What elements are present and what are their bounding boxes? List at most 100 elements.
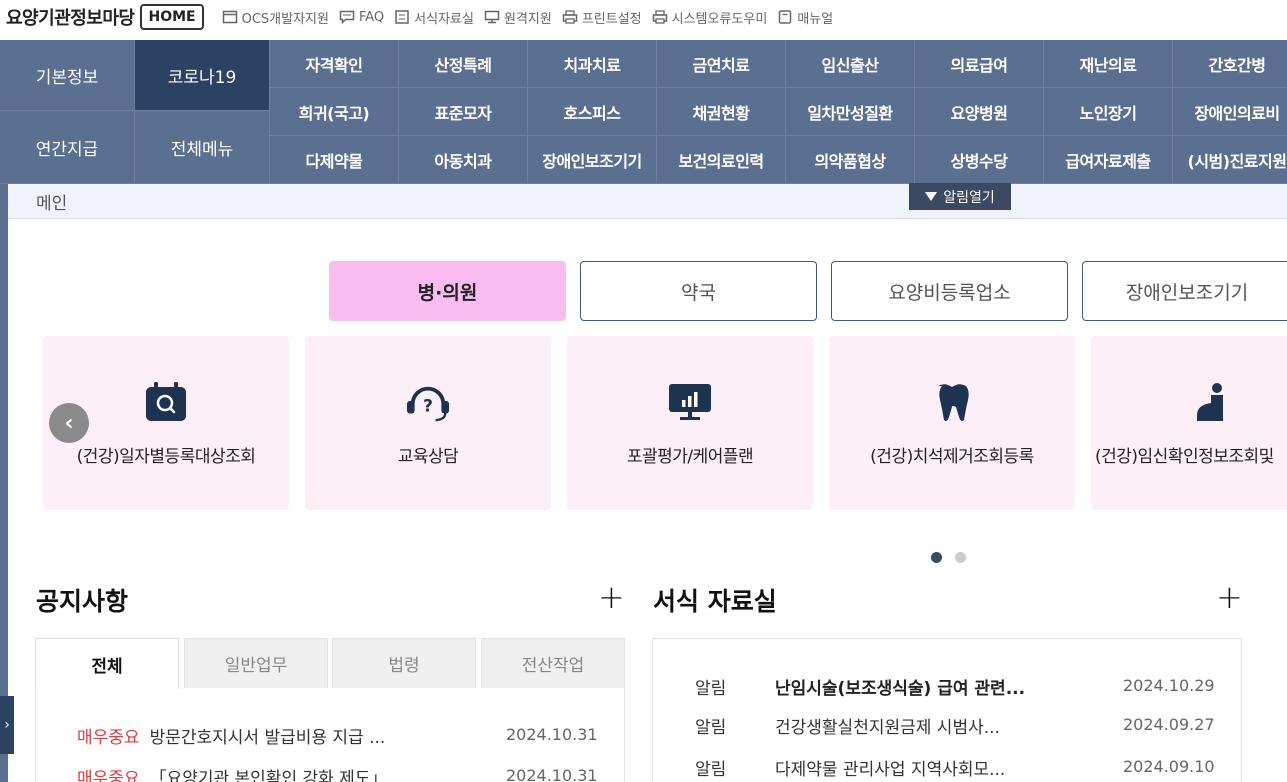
notice-title[interactable]: 방문간호지시서 발급비용 지급 ... [150,723,440,748]
home-button[interactable]: HOME [140,4,204,30]
book-icon [777,10,793,24]
notice-tab-it-work[interactable]: 전산작업 [481,638,625,688]
util-remote-support[interactable]: 원격지원 [484,8,552,27]
carousel-prev-button[interactable]: ‹ [49,403,89,443]
quick-card[interactable]: (건강)치석제거조회등록 [829,336,1075,510]
nav-item[interactable]: 요양병원 [915,88,1044,136]
nav-item[interactable]: 재난의료 [1044,40,1173,88]
form-item[interactable]: 알림 다제약물 관리사업 지역사회모... [695,755,1075,780]
form-item[interactable]: 알림 난임시술(보조생식술) 급여 관련... [695,674,1075,699]
util-system-error-helper[interactable]: 시스템오류도우미 [652,8,768,27]
util-label: 시스템오류도우미 [671,11,768,27]
util-label: 프린트설정 [581,11,642,27]
tab-disability-devices[interactable]: 장애인보조기기 [1082,261,1287,321]
nav-item[interactable]: 산정특례 [399,40,528,88]
util-label: 원격지원 [503,11,552,27]
form-title[interactable]: 난임시술(보조생식술) 급여 관련... [775,674,1075,699]
nav-item[interactable]: 급여자료제출 [1044,136,1173,184]
monitor-chart-icon [668,382,712,422]
nav-item[interactable]: 간호간병 [1173,40,1287,88]
nav-all-menu[interactable]: 전체메뉴 [135,111,270,184]
importance-badge: 매우중요 [77,728,140,748]
util-forms[interactable]: 서식자료실 [394,8,474,27]
util-ocs-dev-support[interactable]: OCS개발자지원 [222,8,329,27]
carousel-pagination [931,552,979,563]
nav-item[interactable]: 의료급여 [915,40,1044,88]
nav-item[interactable]: 치과치료 [528,40,657,88]
quick-card-label: (건강)임신확인정보조회및 [1095,447,1274,467]
nav-item[interactable]: 장애인의료비 [1173,88,1287,136]
forms-title: 서식 자료실 [653,587,777,616]
util-faq[interactable]: FAQ [339,10,384,25]
tab-clinic[interactable]: 병·의원 [329,261,566,321]
notice-item[interactable]: 매우중요 「요양기관 본인확인 강화 제도」 [77,764,440,782]
notice-tab-law[interactable]: 법령 [332,638,476,688]
printer-icon [562,10,578,24]
calendar-search-icon [144,382,188,422]
main-nav: 기본정보 코로나19 연간지급 전체메뉴 자격확인 산정특례 치과치료 금연치료… [0,40,1287,184]
svg-text:?: ? [423,397,433,417]
tab-care-supplier[interactable]: 요양비등록업소 [831,261,1068,321]
notice-tab-general[interactable]: 일반업무 [184,638,328,688]
printer-icon [652,10,668,24]
quick-card[interactable]: (건강)임신확인정보조회및 [1091,336,1287,510]
notice-tab-all[interactable]: 전체 [35,638,179,689]
nav-item[interactable]: 아동치과 [399,136,528,184]
notice-title[interactable]: 「요양기관 본인확인 강화 제도」 [150,764,440,782]
nav-item[interactable]: 장애인보조기기 [528,136,657,184]
nav-item[interactable]: 다제약물 [270,136,399,184]
window-icon [222,10,238,24]
nav-item[interactable]: 일차만성질환 [786,88,915,136]
nav-item[interactable]: 상병수당 [915,136,1044,184]
notice-item[interactable]: 매우중요 방문간호지시서 발급비용 지급 ... [77,723,440,748]
quick-card-label: 포괄평가/케어플랜 [626,447,754,467]
site-title[interactable]: 요양기관정보마당 [6,4,135,30]
nav-item[interactable]: 보건의료인력 [657,136,786,184]
quick-card-label: (건강)치석제거조회등록 [870,447,1034,467]
form-item[interactable]: 알림 건강생활실천지원금제 시범사... [695,713,1075,738]
nav-left-group: 기본정보 코로나19 연간지급 전체메뉴 [0,40,270,184]
form-icon [394,10,410,24]
nav-item[interactable]: 의약품협상 [786,136,915,184]
quick-card-label: (건강)일자별등록대상조회 [76,447,256,467]
chat-icon [339,10,355,25]
carousel-dot[interactable] [955,552,966,563]
nav-annual-payment[interactable]: 연간지급 [0,111,135,184]
monitor-icon [484,10,500,24]
form-title[interactable]: 건강생활실천지원금제 시범사... [775,713,1075,738]
alarm-open-button[interactable]: 알림열기 [909,183,1011,210]
nav-grid: 자격확인 산정특례 치과치료 금연치료 임신출산 의료급여 재난의료 간호간병 … [270,40,1287,184]
tooth-icon [930,382,974,422]
top-bar: 요양기관정보마당 HOME OCS개발자지원 FAQ 서식자료실 원격지원 프린… [0,0,1287,34]
nav-item[interactable]: (시범)진료지원 [1173,136,1287,184]
util-manual[interactable]: 매뉴얼 [777,8,833,27]
quick-card[interactable]: 포괄평가/케어플랜 [567,336,813,510]
nav-basic-info[interactable]: 기본정보 [0,40,135,111]
util-label: 서식자료실 [414,11,474,27]
triangle-down-icon [925,192,938,201]
chevron-left-icon: ‹ [64,410,74,436]
breadcrumb-current: 메인 [36,194,68,214]
utility-menu: OCS개발자지원 FAQ 서식자료실 원격지원 프린트설정 시스템오류도우미 매… [222,8,844,27]
form-title[interactable]: 다제약물 관리사업 지역사회모... [775,755,1075,780]
nav-item[interactable]: 채권현황 [657,88,786,136]
nav-item[interactable]: 희귀(국고) [270,88,399,136]
nav-item[interactable]: 금연치료 [657,40,786,88]
side-panel-toggle[interactable]: › [0,696,14,754]
nav-covid19[interactable]: 코로나19 [135,40,270,111]
form-date: 2024.09.27 [1123,715,1215,734]
quick-card[interactable]: ? 교육상담 [305,336,551,510]
notices-more-plus-icon[interactable]: + [598,581,625,613]
importance-badge: 매우중요 [77,769,140,782]
nav-item[interactable]: 자격확인 [270,40,399,88]
tab-pharmacy[interactable]: 약국 [580,261,817,321]
carousel-dot[interactable] [931,552,942,563]
nav-item[interactable]: 호스피스 [528,88,657,136]
left-border-strip [0,184,8,782]
nav-item[interactable]: 노인장기 [1044,88,1173,136]
forms-more-plus-icon[interactable]: + [1216,581,1243,613]
nav-item[interactable]: 임신출산 [786,40,915,88]
headset-help-icon: ? [406,382,450,422]
nav-item[interactable]: 표준모자 [399,88,528,136]
util-print-settings[interactable]: 프린트설정 [562,8,642,27]
